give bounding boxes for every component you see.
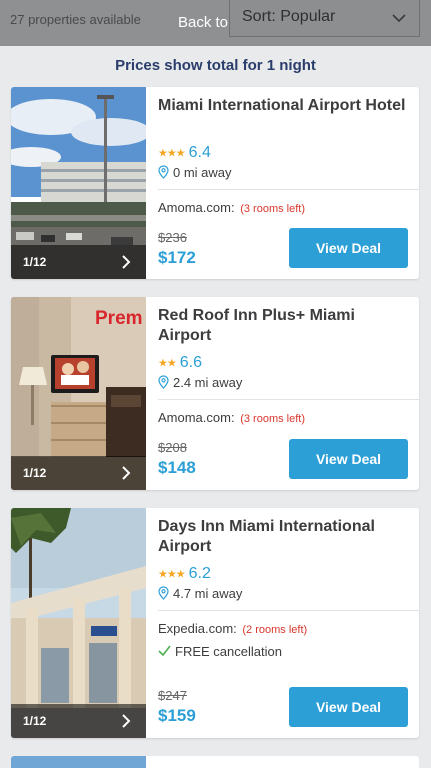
vendor-name: Amoma.com: bbox=[158, 410, 235, 425]
hotel-rating: ★★★ 6.4 bbox=[158, 144, 211, 162]
distance: 4.7 mi away bbox=[158, 586, 242, 601]
hotel-photo[interactable]: 1/12 bbox=[11, 508, 146, 738]
review-score: 6.6 bbox=[179, 354, 202, 371]
divider bbox=[158, 610, 419, 611]
chevron-right-icon[interactable] bbox=[120, 255, 132, 269]
location-pin-icon bbox=[158, 375, 169, 389]
hotel-card[interactable]: 1/12 Miami International Airport Hotel ★… bbox=[11, 87, 419, 279]
photo-counter: 1/12 bbox=[23, 714, 47, 728]
hotel-card[interactable]: 1/12 Days Inn Miami International Airpor… bbox=[11, 508, 419, 738]
star-rating-icons: ★★★ bbox=[158, 147, 186, 160]
current-price: $148 bbox=[158, 458, 196, 477]
top-bar: 27 properties available Back to top Sort… bbox=[0, 0, 431, 46]
hotel-name[interactable]: Miami International Airport Hotel bbox=[158, 96, 408, 116]
hotel-photo[interactable]: Prem 1/12 bbox=[11, 297, 146, 490]
checkmark-icon bbox=[158, 645, 171, 656]
vendor-line: Amoma.com: (3 rooms left) bbox=[158, 200, 305, 215]
old-price: $247 bbox=[158, 688, 187, 703]
hotel-rating: ★★ 6.6 bbox=[158, 354, 202, 372]
distance-text: 2.4 mi away bbox=[173, 375, 243, 390]
free-cancellation-text: FREE cancellation bbox=[175, 644, 282, 659]
distance: 0 mi away bbox=[158, 165, 232, 180]
hotel-rating: ★★★ 6.2 bbox=[158, 565, 211, 583]
sort-dropdown[interactable]: Sort: Popular bbox=[229, 0, 420, 37]
review-score: 6.2 bbox=[188, 565, 211, 582]
current-price: $159 bbox=[158, 706, 196, 725]
free-cancellation: FREE cancellation bbox=[158, 644, 282, 659]
current-price: $172 bbox=[158, 248, 196, 267]
vendor-name: Expedia.com: bbox=[158, 621, 237, 636]
rooms-left: (3 rooms left) bbox=[240, 413, 305, 425]
vendor-name: Amoma.com: bbox=[158, 200, 235, 215]
chevron-right-icon[interactable] bbox=[120, 466, 132, 480]
vendor-line: Amoma.com: (3 rooms left) bbox=[158, 410, 305, 425]
chevron-down-icon bbox=[392, 14, 406, 23]
old-price: $236 bbox=[158, 230, 187, 245]
photo-counter: 1/12 bbox=[23, 466, 47, 480]
vendor-line: Expedia.com: (2 rooms left) bbox=[158, 621, 307, 636]
hotel-photo bbox=[11, 756, 146, 768]
photo-counter: 1/12 bbox=[23, 255, 47, 269]
photo-overlay-text: Prem bbox=[95, 308, 143, 329]
hotel-photo[interactable]: 1/12 bbox=[11, 87, 146, 279]
location-pin-icon bbox=[158, 165, 169, 179]
old-price: $208 bbox=[158, 440, 187, 455]
review-score: 6.4 bbox=[188, 144, 211, 161]
hotel-card-partial[interactable] bbox=[11, 756, 419, 768]
hotel-name[interactable]: Days Inn Miami International Airport bbox=[158, 517, 408, 557]
view-deal-button[interactable]: View Deal bbox=[289, 439, 408, 479]
rooms-left: (2 rooms left) bbox=[242, 624, 308, 636]
view-deal-button[interactable]: View Deal bbox=[289, 687, 408, 727]
divider bbox=[158, 399, 419, 400]
location-pin-icon bbox=[158, 586, 169, 600]
rooms-left: (3 rooms left) bbox=[240, 203, 305, 215]
star-rating-icons: ★★★ bbox=[158, 568, 186, 581]
distance-text: 0 mi away bbox=[173, 165, 232, 180]
distance-text: 4.7 mi away bbox=[173, 586, 243, 601]
view-deal-button[interactable]: View Deal bbox=[289, 228, 408, 268]
hotel-name[interactable]: Red Roof Inn Plus+ Miami Airport bbox=[158, 306, 408, 346]
chevron-right-icon[interactable] bbox=[120, 714, 132, 728]
distance: 2.4 mi away bbox=[158, 375, 242, 390]
star-rating-icons: ★★ bbox=[158, 357, 177, 370]
hotel-card[interactable]: Prem 1/12 Red Roof Inn Plus+ Miami Airpo… bbox=[11, 297, 419, 490]
sort-label: Sort: Popular bbox=[242, 8, 336, 25]
price-note: Prices show total for 1 night bbox=[115, 57, 316, 74]
divider bbox=[158, 189, 419, 190]
